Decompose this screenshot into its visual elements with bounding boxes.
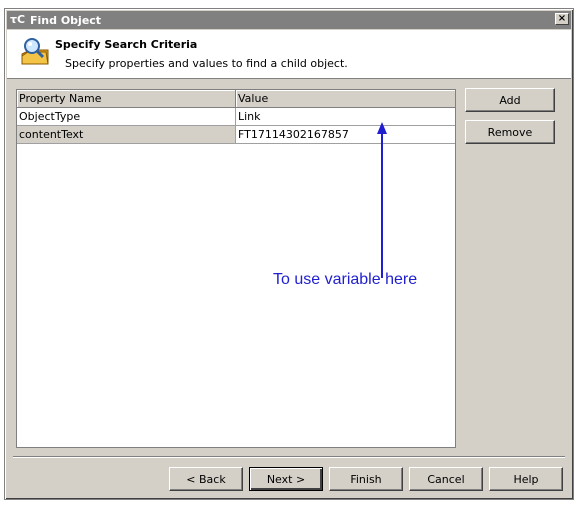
header-title: Specify Search Criteria xyxy=(55,38,198,51)
next-button[interactable]: Next > xyxy=(249,467,323,491)
remove-button-label: Remove xyxy=(487,125,533,139)
find-object-dialog: τC Find Object × Specify Search Criteria… xyxy=(4,8,574,500)
remove-button[interactable]: Remove xyxy=(465,120,555,144)
property-cell[interactable]: ObjectType xyxy=(17,108,236,126)
finish-button[interactable]: Finish xyxy=(329,467,403,491)
finish-button-label: Finish xyxy=(350,472,382,486)
help-button-label: Help xyxy=(513,472,539,486)
cancel-button-label: Cancel xyxy=(427,472,465,486)
value-cell[interactable]: FT17114302167857 xyxy=(236,126,455,144)
value-cell[interactable]: Link xyxy=(236,108,455,126)
add-button-label: Add xyxy=(499,93,521,107)
back-button[interactable]: < Back xyxy=(169,467,243,491)
wizard-header: Specify Search Criteria Specify properti… xyxy=(7,30,571,79)
window-title: Find Object xyxy=(30,13,102,27)
title-bar[interactable]: τC Find Object × xyxy=(7,11,571,29)
property-grid[interactable]: Property Name Value ObjectType Link cont… xyxy=(16,89,456,448)
annotation-text: To use variable here xyxy=(273,271,418,288)
search-folder-icon xyxy=(21,38,49,65)
column-header-property[interactable]: Property Name xyxy=(17,90,236,108)
header-subtitle: Specify properties and values to find a … xyxy=(65,57,348,70)
close-button[interactable]: × xyxy=(555,13,569,25)
tc-app-icon: τC xyxy=(10,13,26,26)
property-cell[interactable]: contentText xyxy=(17,126,236,144)
footer-divider-highlight xyxy=(13,457,565,458)
close-icon: × xyxy=(557,13,567,24)
grid-header-row: Property Name Value xyxy=(17,90,455,108)
cancel-button[interactable]: Cancel xyxy=(409,467,483,491)
column-header-value[interactable]: Value xyxy=(236,90,455,108)
add-button[interactable]: Add xyxy=(465,88,555,112)
help-button[interactable]: Help xyxy=(489,467,563,491)
annotation-arrow xyxy=(377,122,387,278)
next-button-label: Next > xyxy=(266,472,306,486)
back-button-label: < Back xyxy=(186,472,226,486)
